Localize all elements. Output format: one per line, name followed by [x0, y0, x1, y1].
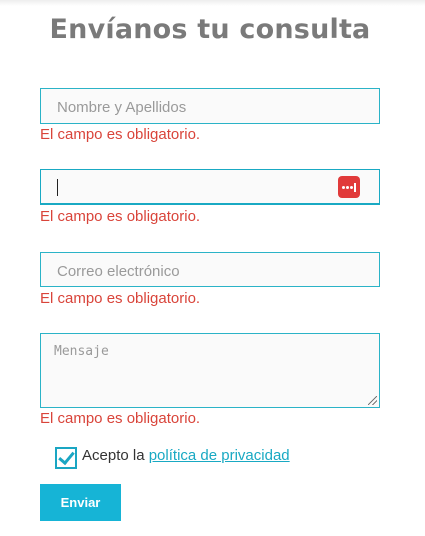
message-placeholder: Mensaje	[54, 344, 109, 359]
resize-handle-icon[interactable]	[368, 396, 377, 405]
submit-button[interactable]: Enviar	[40, 484, 121, 521]
email-field[interactable]: Correo electrónico	[40, 252, 380, 287]
form-title: Envíanos tu consulta	[49, 14, 371, 45]
name-error: El campo es obligatorio.	[40, 126, 201, 143]
top-shadow	[0, 0, 425, 6]
email-error: El campo es obligatorio.	[40, 290, 201, 307]
consent-prefix: Acepto la	[82, 447, 145, 464]
name-field[interactable]: Nombre y Apellidos	[40, 88, 380, 124]
phone-error: El campo es obligatorio.	[40, 208, 201, 225]
message-error: El campo es obligatorio.	[40, 410, 201, 427]
privacy-policy-link[interactable]: política de privacidad	[149, 447, 290, 464]
privacy-consent-label: Acepto la política de privacidad	[82, 447, 290, 464]
password-dots-icon[interactable]	[338, 176, 360, 198]
text-caret	[57, 179, 58, 196]
message-textarea[interactable]: Mensaje	[40, 333, 380, 408]
checkmark-icon	[58, 447, 75, 466]
privacy-checkbox[interactable]	[55, 447, 77, 469]
email-placeholder: Correo electrónico	[57, 263, 180, 280]
name-placeholder: Nombre y Apellidos	[57, 99, 187, 116]
phone-field[interactable]	[40, 169, 380, 205]
